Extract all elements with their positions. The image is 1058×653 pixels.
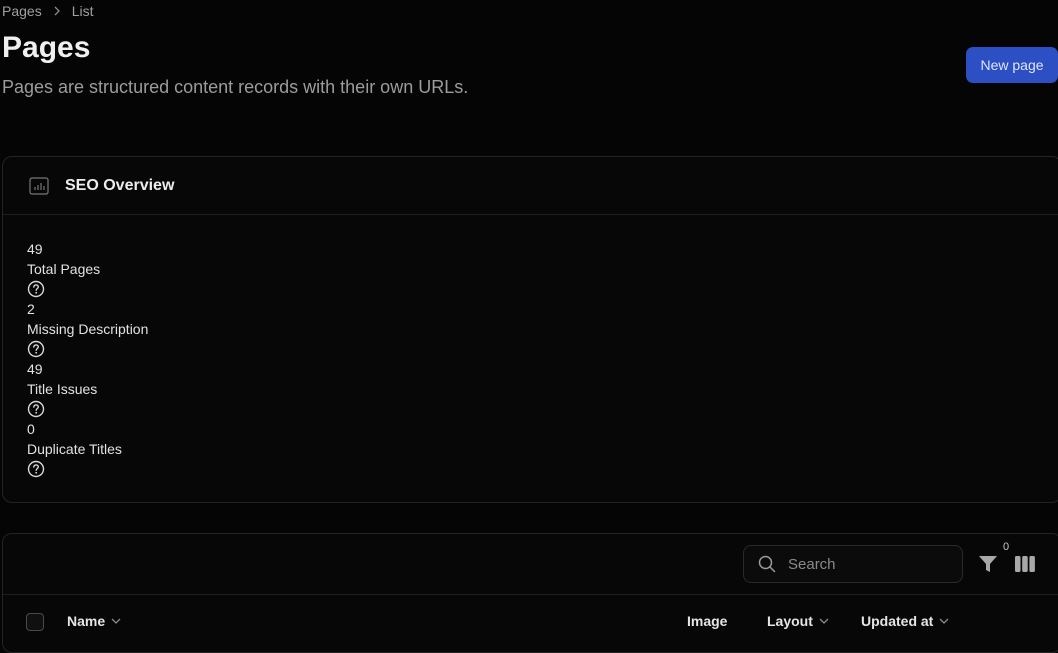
table-toolbar: 0 xyxy=(3,534,1058,595)
stat-label: Title Issues xyxy=(27,381,98,397)
help-circle-icon[interactable] xyxy=(27,460,45,478)
filter-count-badge: 0 xyxy=(1003,541,1010,553)
chevron-down-icon xyxy=(819,618,829,624)
select-all-checkbox[interactable] xyxy=(26,613,44,631)
pages-table-card: 0 Name Image Layout Updated at xyxy=(2,533,1058,653)
stat-value: 2 xyxy=(27,301,35,317)
column-header-layout[interactable]: Layout xyxy=(767,613,829,629)
page-title: Pages xyxy=(2,31,91,64)
stat-value: 0 xyxy=(27,421,35,437)
help-circle-icon[interactable] xyxy=(27,400,45,418)
search-icon xyxy=(758,555,776,573)
table-header-row: Name Image Layout Updated at xyxy=(3,608,1058,636)
column-header-updated-at[interactable]: Updated at xyxy=(861,613,949,629)
column-label: Image xyxy=(687,613,728,629)
column-label: Name xyxy=(67,613,106,629)
chart-icon xyxy=(29,176,49,195)
breadcrumb-pages-link[interactable]: Pages xyxy=(2,3,42,19)
seo-overview-header[interactable]: SEO Overview xyxy=(3,157,1058,215)
stat-value: 49 xyxy=(27,241,43,257)
breadcrumb-current: List xyxy=(71,3,94,19)
stat-total-pages: 49 Total Pages xyxy=(27,239,148,298)
search-input[interactable] xyxy=(786,554,950,574)
chevron-right-icon xyxy=(54,6,60,16)
chevron-down-icon xyxy=(111,618,121,624)
help-circle-icon[interactable] xyxy=(27,280,45,298)
seo-overview-title: SEO Overview xyxy=(65,176,175,194)
seo-stats-list: 49 Total Pages 2 Missing Description 49 … xyxy=(27,239,148,479)
column-header-image: Image xyxy=(687,613,727,629)
filter-icon[interactable] xyxy=(977,553,999,575)
stat-label: Missing Description xyxy=(27,321,149,337)
stat-label: Total Pages xyxy=(27,261,101,277)
stat-value: 49 xyxy=(27,361,43,377)
columns-icon[interactable] xyxy=(1015,555,1035,573)
stat-label: Duplicate Titles xyxy=(27,441,122,457)
stat-missing-description: 2 Missing Description xyxy=(27,299,148,358)
seo-overview-card: SEO Overview 49 Total Pages 2 Missing De… xyxy=(2,156,1058,503)
stat-duplicate-titles: 0 Duplicate Titles xyxy=(27,419,148,478)
help-circle-icon[interactable] xyxy=(27,340,45,358)
chevron-down-icon xyxy=(939,618,949,624)
column-label: Layout xyxy=(767,613,813,629)
search-field[interactable] xyxy=(743,545,963,583)
breadcrumb: Pages List xyxy=(2,2,94,20)
page-subtitle: Pages are structured content records wit… xyxy=(2,77,469,97)
new-page-button[interactable]: New page xyxy=(966,47,1058,83)
stat-title-issues: 49 Title Issues xyxy=(27,359,148,418)
column-label: Updated at xyxy=(861,613,934,629)
column-header-name[interactable]: Name xyxy=(67,613,121,629)
